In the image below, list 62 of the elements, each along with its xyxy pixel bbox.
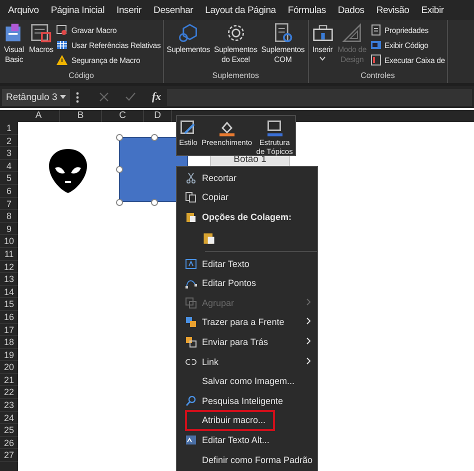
menu-item[interactable]: Editar Pontos <box>177 273 317 293</box>
menu-item[interactable]: Recortar <box>177 168 317 188</box>
clipboard-icon <box>202 230 216 245</box>
menu-item[interactable]: Atribuir macro... <box>187 412 273 430</box>
name-box[interactable]: Retângulo 3 <box>2 88 70 106</box>
menu-tab[interactable]: Desenhar <box>154 4 194 16</box>
caret-icon <box>60 95 66 99</box>
menu-item[interactable]: Editar Texto Alt... <box>177 430 317 450</box>
menu-item[interactable]: Pesquisa Inteligente <box>177 390 317 411</box>
hexagon-icon <box>177 22 200 44</box>
menu-tab[interactable]: Inserir <box>116 4 142 16</box>
menu-item[interactable]: Link <box>177 352 317 372</box>
check-icon[interactable] <box>125 92 136 102</box>
chevron-icon <box>306 356 311 365</box>
menu-tab[interactable]: Fórmulas <box>288 4 326 16</box>
more-icon[interactable] <box>76 92 79 102</box>
triangle-ruler-icon <box>341 22 364 44</box>
caret-icon <box>319 56 326 61</box>
paste-option[interactable] <box>202 230 216 245</box>
style-icon <box>179 119 198 137</box>
scissors-icon <box>185 172 197 184</box>
grid-icon <box>56 39 68 51</box>
edit-points-icon <box>185 277 197 290</box>
group-label: Código <box>68 71 95 82</box>
record-icon <box>56 24 68 36</box>
menu-item[interactable]: Enviar para Trás <box>177 332 317 352</box>
menu-tab[interactable]: Arquivo <box>8 4 39 16</box>
menu-tab[interactable]: Revisão <box>376 4 410 16</box>
chevron-icon <box>306 298 311 306</box>
menu-item[interactable]: Definir como Forma Padrão <box>177 450 317 470</box>
properties-icon <box>370 24 382 36</box>
menu-tab[interactable]: Página Inicial <box>50 4 105 16</box>
group-icon <box>185 296 197 309</box>
menu-item[interactable]: Trazer para a Frente <box>177 312 317 332</box>
menu-item[interactable]: Editar Texto <box>177 254 317 274</box>
search-icon <box>185 394 197 407</box>
menu-item[interactable]: Copiar <box>177 188 317 208</box>
toolbox-icon <box>312 22 334 44</box>
menu-tab[interactable]: Dados <box>338 4 364 16</box>
group-label: Suplementos <box>211 71 260 82</box>
warning-icon <box>56 54 68 66</box>
send-backward-icon <box>185 336 197 348</box>
menu-item[interactable]: Salvar como Imagem... <box>177 371 317 391</box>
alien-icon <box>48 148 88 194</box>
clipboard-icon <box>185 210 197 223</box>
menu-tab[interactable]: Exibir <box>421 4 444 16</box>
menu-heading: Opções de Colagem: <box>177 207 317 227</box>
alt-text-icon <box>185 434 197 446</box>
text-box-icon <box>185 258 197 270</box>
paint-bucket-icon <box>218 119 236 137</box>
bring-forward-icon <box>185 316 197 328</box>
cancel-icon[interactable] <box>99 92 109 102</box>
chevron-icon <box>306 336 311 345</box>
pen-outline-icon <box>266 119 284 137</box>
copy-icon <box>185 191 197 204</box>
dialog-icon <box>370 54 382 66</box>
code-window-icon <box>370 39 382 51</box>
group-label: Controles <box>360 71 396 82</box>
chevron-icon <box>306 317 311 326</box>
macro-sheet-icon <box>30 22 52 44</box>
menu-tab[interactable]: Layout da Página <box>205 4 276 16</box>
insert-function-button[interactable]: fx <box>152 91 162 103</box>
